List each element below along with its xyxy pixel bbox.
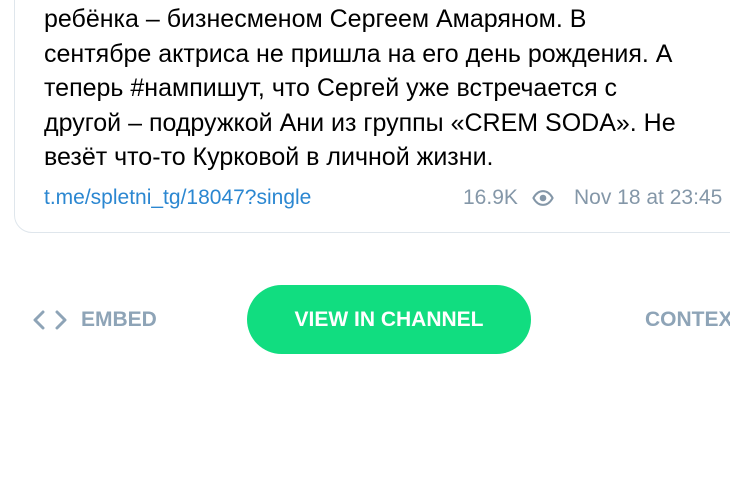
- post-text-line: сентябре актриса не пришла на его день р…: [44, 39, 673, 68]
- post-text-line: везёт что-то Курковой в личной жизни.: [44, 143, 494, 171]
- eye-icon: [532, 190, 554, 206]
- post-text-line: теперь #нампишут, что Сергей уже встреча…: [44, 74, 618, 102]
- context-button[interactable]: CONTEXT: [645, 304, 730, 336]
- embed-button[interactable]: EMBED: [33, 304, 157, 336]
- code-icon: [33, 310, 67, 330]
- view-in-channel-button[interactable]: VIEW IN CHANNEL: [247, 285, 531, 354]
- post-link[interactable]: t.me/spletni_tg/18047?single: [44, 182, 311, 214]
- view-count: 16.9K: [463, 186, 518, 209]
- post-actions: EMBED VIEW IN CHANNEL CONTEXT: [0, 284, 730, 356]
- post-text: ребёнка – бизнесменом Сергеем Амаряном. …: [44, 2, 730, 175]
- view-in-channel-label: VIEW IN CHANNEL: [294, 307, 484, 331]
- embed-label: EMBED: [81, 308, 157, 331]
- post-text-line: ребёнка – бизнесменом Сергеем Амаряном. …: [44, 5, 587, 33]
- telegram-post-widget: ребёнка – бизнесменом Сергеем Амаряном. …: [0, 0, 730, 487]
- post-date[interactable]: Nov 18 at 23:45: [574, 182, 722, 214]
- post-footer: t.me/spletni_tg/18047?single 16.9K Nov 1…: [44, 182, 730, 214]
- post-text-line: другой – подружкой Ани из группы «CREM S…: [44, 108, 676, 137]
- context-label: CONTEXT: [645, 308, 730, 331]
